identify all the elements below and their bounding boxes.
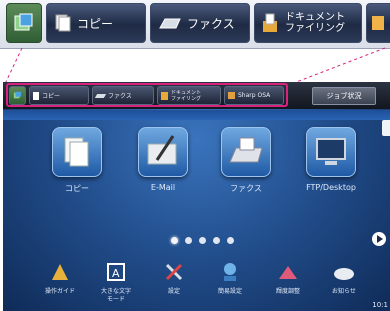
shortcut-guide-label: 操作ガイド xyxy=(44,288,75,295)
shortcut-easy-settings[interactable]: 簡易設定 xyxy=(205,258,255,296)
shortcut-large-text[interactable]: A 大きな文字 モード xyxy=(91,258,141,304)
shortcut-settings-label: 設定 xyxy=(167,288,180,295)
copy-icon xyxy=(55,14,71,32)
next-page-button[interactable] xyxy=(372,232,386,246)
news-icon xyxy=(319,258,369,284)
zoom-tab-document-filing[interactable]: ドキュメント ファイリング xyxy=(254,3,362,43)
zoom-tab-copy-label: コピー xyxy=(77,16,114,31)
job-status-button[interactable]: ジョブ状況 xyxy=(312,87,376,105)
zoom-tab-fax-label: ファクス xyxy=(187,16,235,31)
shortcut-news-label: お知らせ xyxy=(332,288,356,295)
shortcut-brightness[interactable]: 輝度調整 xyxy=(263,258,313,296)
shortcut-news[interactable]: お知らせ xyxy=(319,258,369,296)
shortcut-settings[interactable]: 設定 xyxy=(149,258,199,296)
shortcut-easy-settings-label: 簡易設定 xyxy=(217,288,242,295)
sharp-osa-icon xyxy=(372,16,384,30)
side-panel-tab[interactable] xyxy=(382,120,390,136)
fax-icon xyxy=(221,127,271,177)
ftp-desktop-icon xyxy=(306,127,356,177)
page-dot[interactable] xyxy=(227,237,234,244)
home-icon xyxy=(14,13,33,31)
app-ftp-desktop-label: FTP/Desktop xyxy=(306,183,356,192)
easy-settings-icon xyxy=(205,258,255,284)
copy-icon xyxy=(52,127,102,177)
app-email-label: E-Mail xyxy=(150,183,176,192)
guide-icon xyxy=(35,258,85,284)
header-strip xyxy=(3,110,390,120)
zoomed-tab-strip: コピー ファクス ドキュメント ファイリング xyxy=(0,0,390,49)
document-filing-icon xyxy=(263,13,277,32)
zoom-tab-document-filing-label: ドキュメント ファイリング xyxy=(285,12,345,34)
app-fax-label: ファクス xyxy=(230,184,262,193)
app-fax[interactable]: ファクス xyxy=(218,127,274,194)
tab-highlight-frame xyxy=(6,83,288,107)
zoom-home-tab[interactable] xyxy=(6,3,42,43)
device-screen: コピー ファクス ドキュメント ファイリング Sharp OSA ジョブ状況 コ… xyxy=(3,82,390,311)
email-icon xyxy=(138,127,188,177)
fax-icon xyxy=(159,18,181,29)
shortcut-large-text-label: 大きな文字 モード xyxy=(100,288,131,303)
app-email[interactable]: E-Mail xyxy=(135,127,191,192)
zoom-tab-fax[interactable]: ファクス xyxy=(150,3,250,43)
page-dot[interactable] xyxy=(199,237,206,244)
zoom-tab-partial[interactable] xyxy=(366,3,390,43)
svg-text:A: A xyxy=(112,267,120,280)
shortcut-guide[interactable]: 操作ガイド xyxy=(35,258,85,296)
brightness-icon xyxy=(263,258,313,284)
shortcut-brightness-label: 輝度調整 xyxy=(275,288,300,295)
page-dot[interactable] xyxy=(213,237,220,244)
app-copy-label: コピー xyxy=(65,184,89,193)
page-dot[interactable] xyxy=(185,237,192,244)
top-bar: コピー ファクス ドキュメント ファイリング Sharp OSA ジョブ状況 xyxy=(3,82,390,109)
page-indicator xyxy=(171,237,234,244)
clock: 10:1 xyxy=(372,301,388,309)
large-text-icon: A xyxy=(91,258,141,284)
app-ftp-desktop[interactable]: FTP/Desktop xyxy=(303,127,359,192)
zoom-tab-copy[interactable]: コピー xyxy=(46,3,146,43)
settings-icon xyxy=(149,258,199,284)
page-dot[interactable] xyxy=(171,237,178,244)
app-copy[interactable]: コピー xyxy=(49,127,105,194)
